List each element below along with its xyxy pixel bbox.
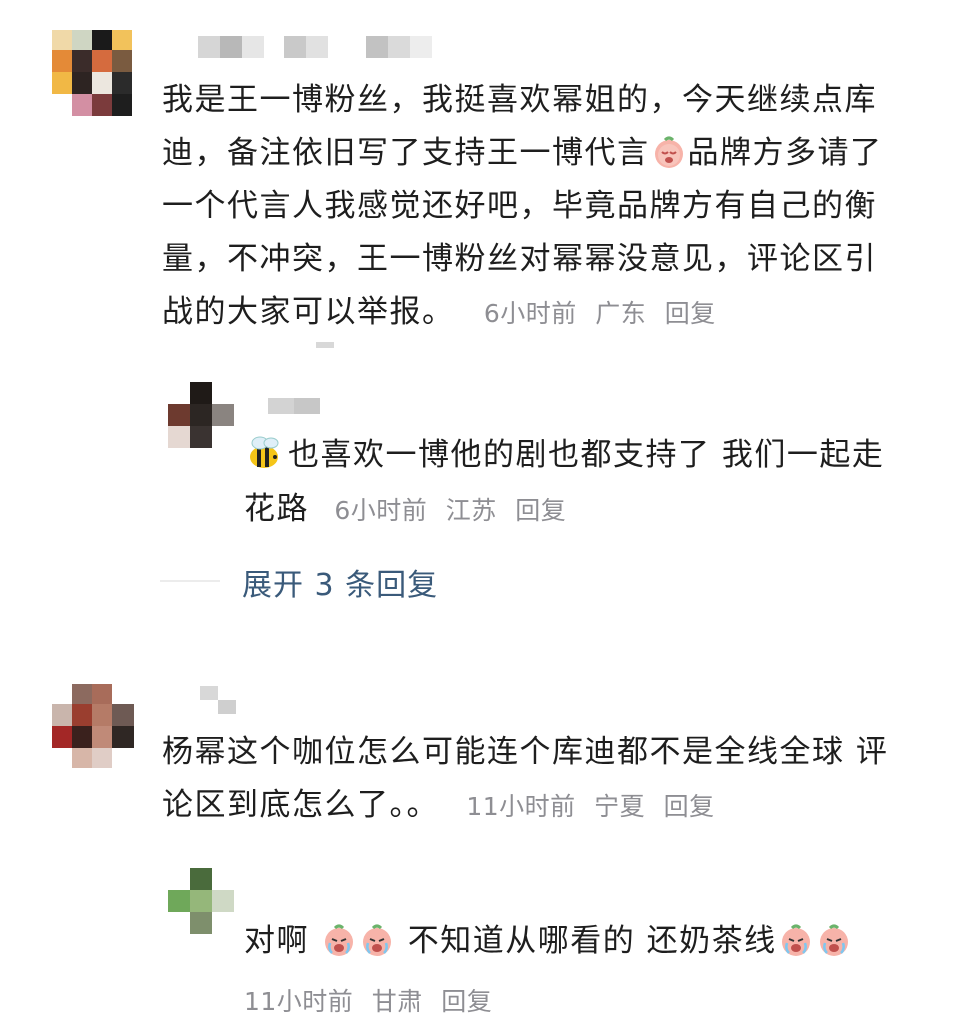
reply-button[interactable]: 回复 bbox=[665, 299, 716, 328]
location: 广东 bbox=[595, 299, 647, 328]
avatar-pixelated[interactable] bbox=[52, 684, 134, 768]
reply-line: 对啊 不知道从哪看的 还奶茶线 bbox=[244, 914, 964, 968]
timestamp: 6小时前 bbox=[483, 299, 577, 328]
comment-line: 杨幂这个咖位怎么可能连个库迪都不是全线全球 评 bbox=[162, 734, 889, 770]
location: 江苏 bbox=[445, 496, 497, 525]
comment-meta: 6小时前 广东 回复 bbox=[484, 299, 726, 328]
reply-meta: 6小时前 江苏 回复 bbox=[334, 496, 576, 525]
username-blurred[interactable] bbox=[198, 36, 448, 58]
timestamp: 6小时前 bbox=[334, 496, 428, 525]
comment-text: 我是王一博粉丝，我挺喜欢幂姐的，今天继续点库 迪，备注依旧写了支持王一博代言 品牌… bbox=[162, 74, 962, 340]
reply-button[interactable]: 回复 bbox=[441, 987, 492, 1016]
comment-line: 一个代言人我感觉还好吧，毕竟品牌方有自己的衡 bbox=[162, 188, 877, 224]
expand-replies-button[interactable]: 展开 3 条回复 bbox=[242, 560, 438, 604]
reply-text: 对啊 不知道从哪看的 还奶茶线 bbox=[244, 914, 964, 968]
avatar-pixelated[interactable] bbox=[52, 30, 132, 116]
crying-peach-emoji-icon bbox=[817, 923, 851, 957]
timestamp: 11小时前 bbox=[244, 987, 354, 1016]
reply-text: 也喜欢一博他的剧也都支持了 我们一起走 花路 6小时前 江苏 回复 bbox=[244, 428, 964, 538]
reply-button[interactable]: 回复 bbox=[664, 792, 715, 821]
crying-peach-emoji-icon bbox=[652, 135, 686, 169]
comment-meta: 11小时前 宁夏 回复 bbox=[466, 792, 724, 821]
comment-line: 论区到底怎么了。。 11小时前 宁夏 回复 bbox=[162, 779, 962, 833]
reply-button[interactable]: 回复 bbox=[515, 496, 566, 525]
username-blurred[interactable] bbox=[200, 686, 236, 714]
reply-avatar-pixelated[interactable] bbox=[168, 382, 234, 448]
crying-peach-emoji-icon bbox=[779, 923, 813, 957]
reply-line: 也喜欢一博他的剧也都支持了 我们一起走 bbox=[244, 428, 964, 482]
reply-line: 花路 6小时前 江苏 回复 bbox=[244, 482, 964, 538]
location: 宁夏 bbox=[594, 792, 646, 821]
bee-emoji-icon bbox=[244, 433, 284, 473]
reply-username-blurred[interactable] bbox=[268, 398, 320, 414]
comment-line: 量，不冲突，王一博粉丝对幂幂没意见，评论区引 bbox=[162, 241, 877, 277]
crying-peach-emoji-icon bbox=[322, 923, 356, 957]
reply-avatar-pixelated[interactable] bbox=[168, 868, 234, 934]
expand-divider bbox=[160, 580, 220, 582]
reply-meta: 11小时前 甘肃 回复 bbox=[244, 982, 502, 1018]
timestamp: 11小时前 bbox=[466, 792, 576, 821]
comment-text: 杨幂这个咖位怎么可能连个库迪都不是全线全球 评 论区到底怎么了。。 11小时前 … bbox=[162, 726, 962, 833]
crying-peach-emoji-icon bbox=[360, 923, 394, 957]
comment-line: 战的大家可以举报。 6小时前 广东 回复 bbox=[162, 286, 962, 340]
divider-mark bbox=[316, 342, 334, 348]
comment-line: 我是王一博粉丝，我挺喜欢幂姐的，今天继续点库 bbox=[162, 82, 877, 118]
comment-line: 迪，备注依旧写了支持王一博代言 品牌方多请了 bbox=[162, 135, 883, 171]
location: 甘肃 bbox=[371, 987, 423, 1016]
